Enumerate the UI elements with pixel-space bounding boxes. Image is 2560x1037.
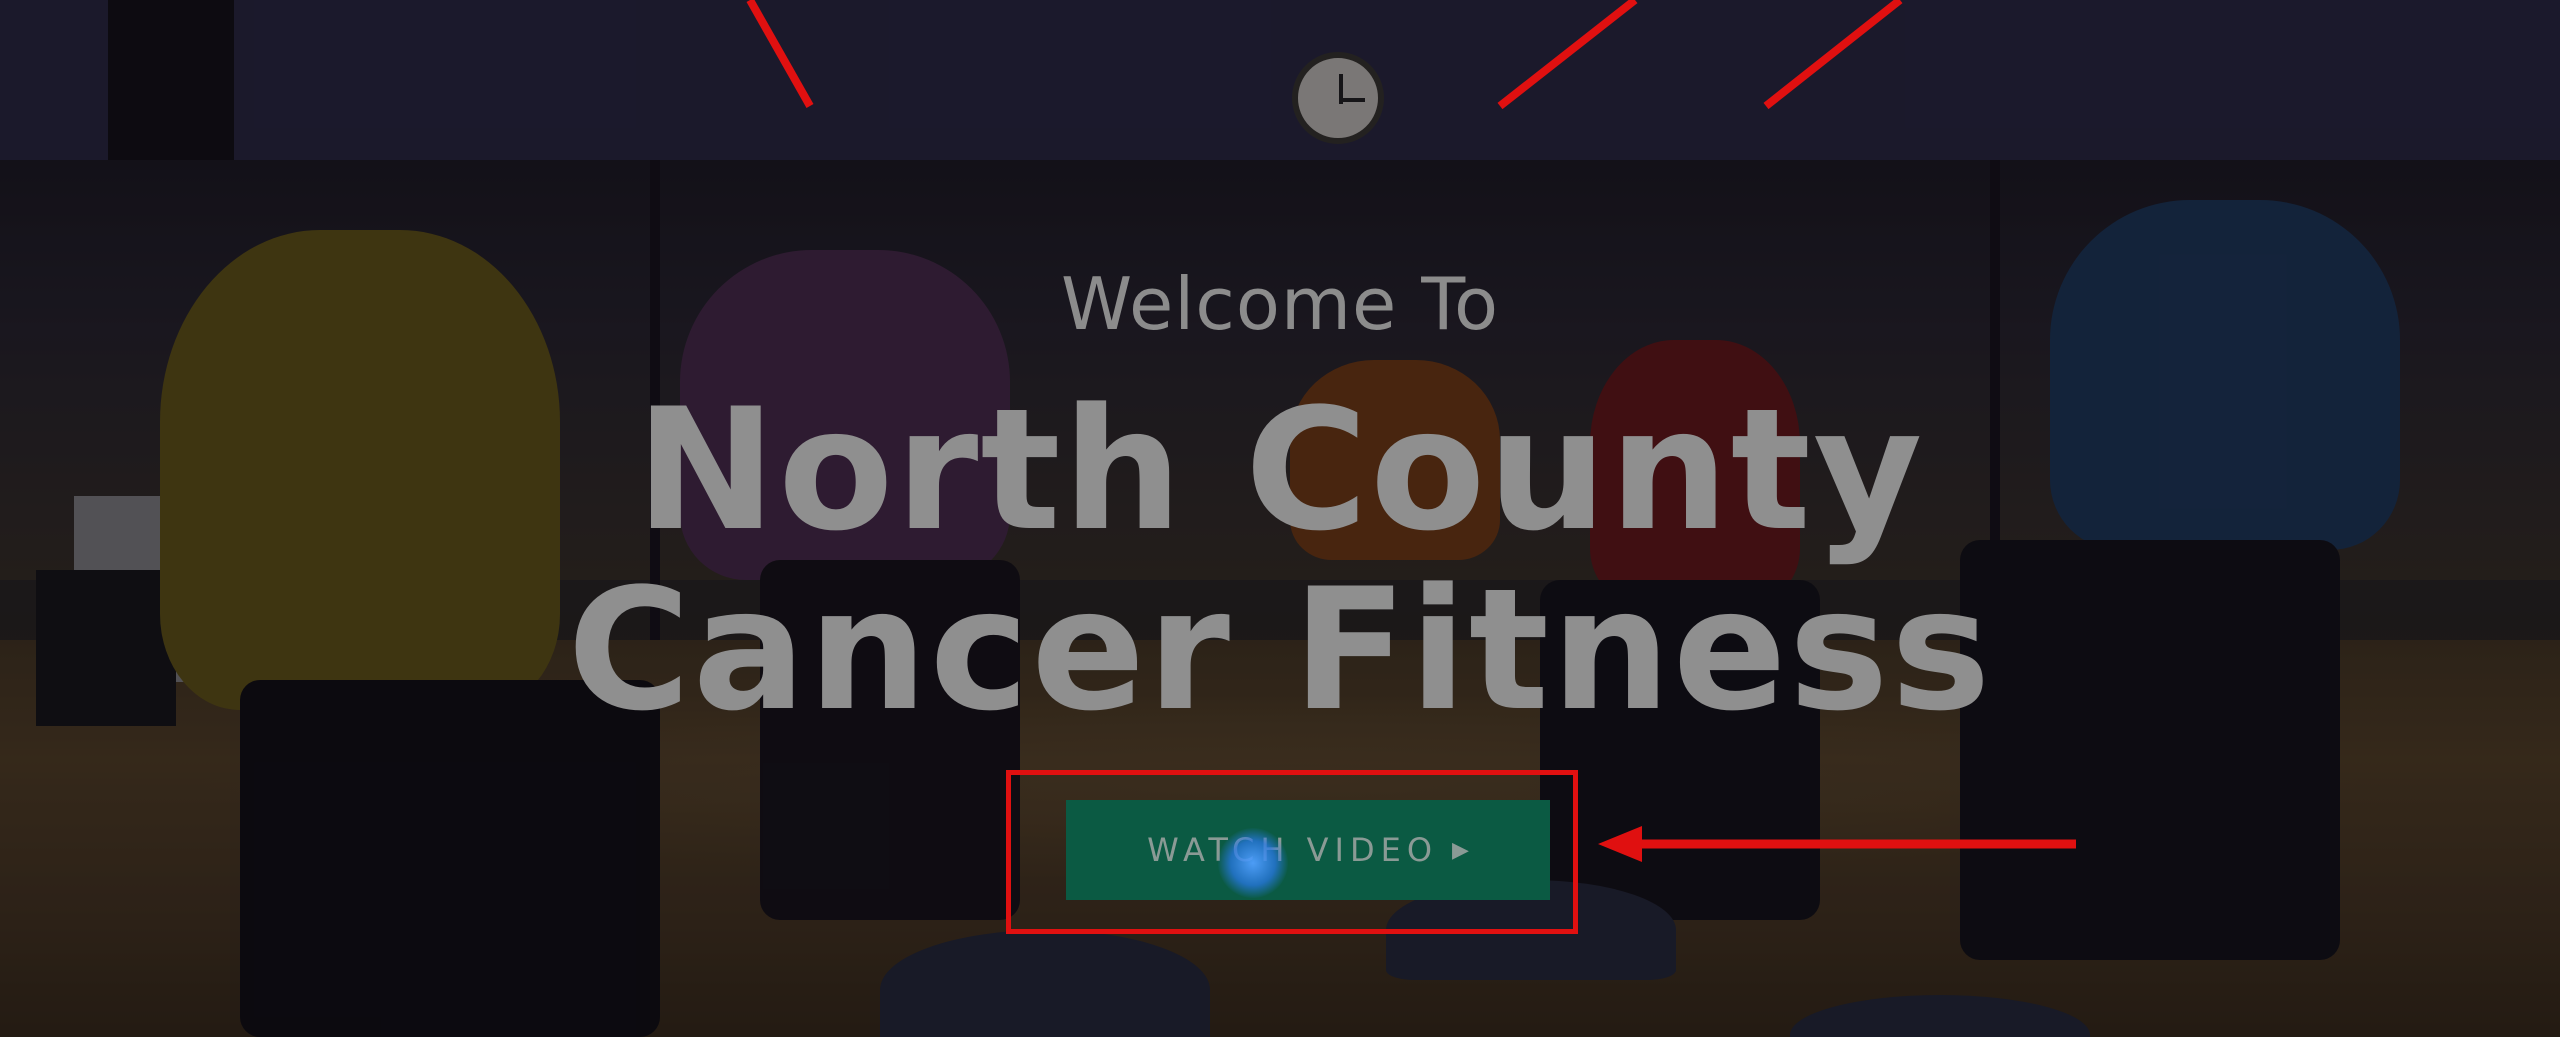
annotation-arrowhead-icon <box>1598 826 1642 862</box>
annotation-line <box>1497 0 1638 110</box>
annotation-line <box>746 0 814 108</box>
annotation-line <box>1763 0 1903 110</box>
annotation-arrows <box>746 0 2076 862</box>
